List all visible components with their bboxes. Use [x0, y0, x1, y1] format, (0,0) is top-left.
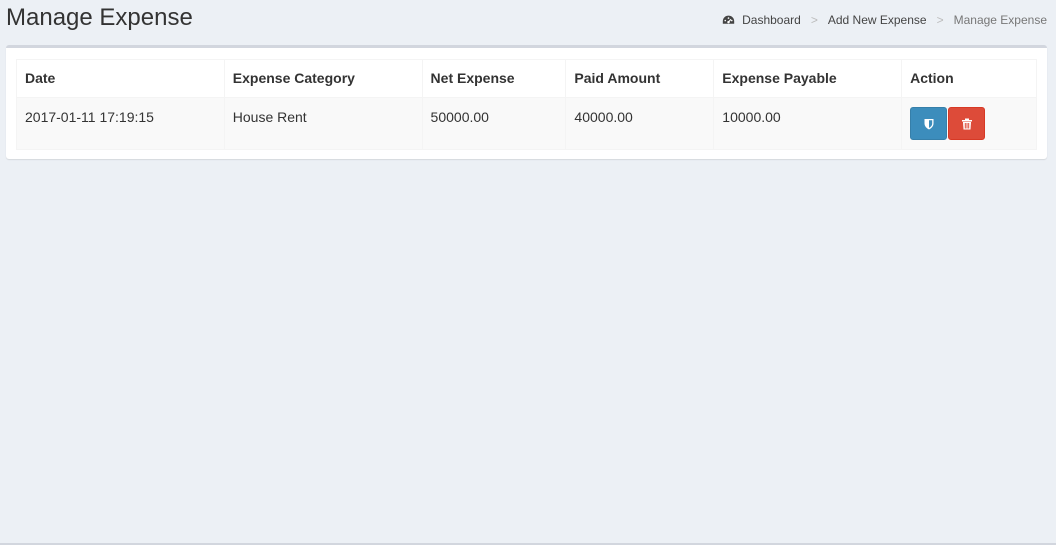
cell-category: House Rent	[223, 97, 423, 150]
breadcrumb-label: Dashboard	[742, 13, 801, 27]
edit-button[interactable]	[910, 107, 948, 140]
breadcrumb-separator: >	[936, 13, 944, 27]
column-header-expense-category: Expense Category	[223, 59, 423, 98]
column-header-expense-payable: Expense Payable	[713, 59, 903, 98]
cell-net-expense: 50000.00	[421, 97, 567, 150]
column-header-paid-amount: Paid Amount	[565, 59, 715, 98]
breadcrumb-item-manage-expense: Manage Expense	[953, 13, 1047, 27]
expense-table: Date Expense Category Net Expense Paid A…	[16, 59, 1037, 150]
dashboard-icon	[722, 15, 735, 24]
trash-icon	[961, 118, 972, 129]
delete-button[interactable]	[948, 107, 986, 140]
page-title: Manage Expense	[6, 4, 193, 31]
cell-expense-payable: 10000.00	[713, 97, 903, 150]
column-header-action: Action	[901, 59, 1037, 98]
breadcrumb-separator: >	[810, 13, 818, 27]
column-header-date: Date	[16, 59, 225, 98]
shield-icon	[924, 118, 934, 129]
table-header-row: Date Expense Category Net Expense Paid A…	[16, 59, 1037, 98]
column-header-net-expense: Net Expense	[421, 59, 567, 98]
page-header: Manage Expense Dashboard > Add New Expen…	[0, 0, 1056, 40]
cell-actions	[901, 97, 1037, 150]
breadcrumb-item-dashboard[interactable]: Dashboard	[722, 12, 801, 28]
cell-paid-amount: 40000.00	[565, 97, 715, 150]
expense-box: Date Expense Category Net Expense Paid A…	[6, 45, 1047, 159]
breadcrumb: Dashboard > Add New Expense > Manage Exp…	[722, 12, 1047, 28]
table-row: 2017-01-11 17:19:15 House Rent 50000.00 …	[16, 97, 1037, 150]
cell-date: 2017-01-11 17:19:15	[16, 97, 225, 150]
breadcrumb-item-add-new-expense[interactable]: Add New Expense	[828, 12, 927, 28]
